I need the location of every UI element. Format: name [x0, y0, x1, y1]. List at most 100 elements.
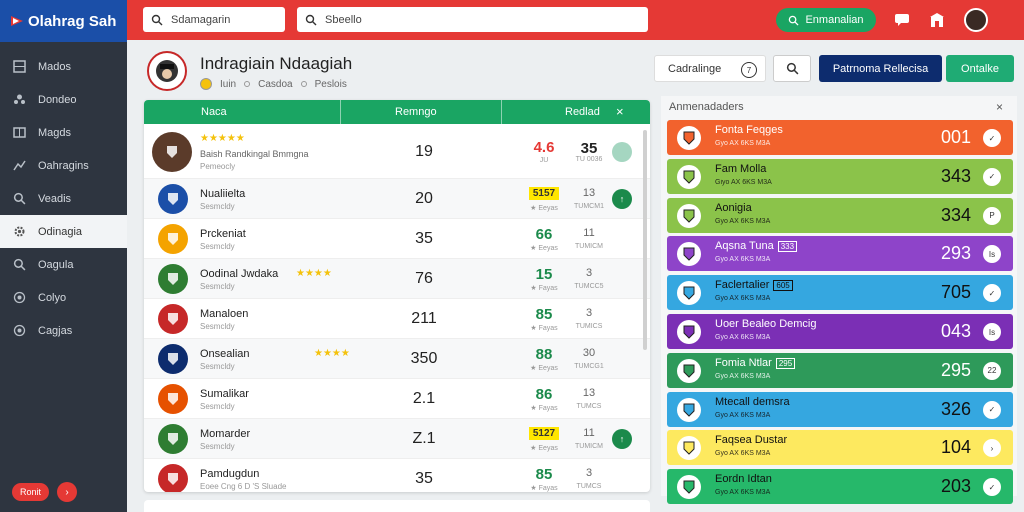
team-card[interactable]: Uoer Bealeo Demcig Gyo AX 6KS M3A 043 Is [667, 314, 1013, 349]
filter-badge: 7 [741, 62, 757, 78]
card-action-button[interactable]: Is [983, 323, 1001, 341]
panel-header: Anmenadaders × [661, 96, 1017, 118]
team-logo [158, 224, 188, 254]
user-avatar[interactable] [964, 8, 988, 32]
sidebar-item-odinagia[interactable]: Odinagia [0, 215, 127, 248]
card-tag: 295 [775, 357, 796, 369]
team-card[interactable]: Faclertalier 605 Gyo AX 6KS M3A 705 ✓ [667, 275, 1013, 311]
row-action-button[interactable] [612, 141, 632, 162]
card-action-button[interactable]: ✓ [983, 129, 1001, 147]
team-logo [677, 358, 701, 383]
stat-subtext: TUMCS [576, 483, 602, 490]
target-icon [12, 291, 26, 305]
team-subtext: Sesmcldy [200, 282, 235, 291]
search-input-secondary[interactable] [325, 13, 648, 26]
store-icon[interactable] [927, 10, 947, 30]
card-action-button[interactable]: ✓ [983, 167, 1001, 186]
panel-title: Anmenadaders [669, 101, 744, 113]
table-row[interactable]: Sumalikar Sesmcldy 2.1 86 ★ Fayas 13 TUMCS [144, 379, 650, 419]
team-logo [158, 184, 188, 214]
team-card[interactable]: Fomia Ntlar 295 Gyo AX 6KS M3A 295 22 [667, 352, 1013, 388]
rank-value: 76 [415, 270, 433, 287]
card-subtext: Gyo AX 6KS M3A [715, 334, 771, 341]
card-subtext: Gyo AX 6KS M3A [715, 140, 771, 147]
team-card[interactable]: Faqsea Dustar Gyo AX 6KS M3A 104 › [667, 430, 1013, 466]
search-box-secondary[interactable] [297, 7, 648, 32]
table-row[interactable]: Nualiielta Sesmcldy 20 5157 ★ Eeyas 13 TUMCM1 ↑ [144, 179, 650, 219]
search-box-primary[interactable] [143, 7, 285, 32]
search-icon [786, 62, 798, 75]
card-action-button[interactable]: Is [983, 245, 1001, 264]
row-action-button[interactable]: ↑ [612, 429, 632, 449]
brand[interactable]: Olahrag Sah [0, 0, 127, 42]
chat-icon[interactable] [892, 10, 912, 30]
column-header[interactable]: Remngo [395, 106, 437, 118]
score-subtext: ★ Fayas [530, 325, 558, 332]
primary-action-button[interactable]: Patrnoma Rellecisa [819, 55, 942, 82]
sidebar-item-dondeo[interactable]: Dondeo [0, 83, 127, 116]
team-logo [158, 264, 188, 294]
column-header[interactable]: Naca [201, 106, 227, 118]
next-button[interactable]: › [57, 482, 78, 502]
table-row[interactable]: Manaloen Sesmcldy 211 85 ★ Fayas 3 TUMICS [144, 299, 650, 339]
team-logo [158, 464, 188, 492]
page-avatar [147, 51, 187, 91]
search-button[interactable] [773, 55, 811, 82]
table-row[interactable]: Onsealian ★★★★ Sesmcldy 350 88 ★ Eeyas 30 TUMCG… [144, 339, 650, 379]
card-action-button[interactable]: ✓ [983, 400, 1001, 419]
sidebar-item-veadis[interactable]: Veadis [0, 182, 127, 215]
card-title-text: Fam Molla [715, 162, 767, 175]
card-title-text: Fonta Feqges [715, 124, 783, 136]
team-card[interactable]: Aonigia Gyo AX 6KS M3A 334 P [667, 197, 1013, 233]
search-icon [12, 258, 26, 272]
target-icon [12, 324, 26, 338]
card-action-button[interactable]: › [983, 439, 1001, 458]
team-name: Sumalikar [200, 388, 249, 400]
close-icon[interactable]: × [996, 100, 1003, 114]
team-card[interactable]: Fonta Feqges Gyo AX 6KS M3A 001 ✓ [667, 120, 1013, 155]
team-card[interactable]: Fam Molla Giyo AX 6KS M3A 343 ✓ [667, 158, 1013, 194]
score-subtext: ★ Fayas [530, 485, 558, 492]
table-row[interactable]: ★★★★★ Baish Randkingal Bmmgna Pemeocly 19 4.… [144, 124, 650, 179]
team-name: Pamdugdun [200, 468, 260, 480]
close-icon[interactable]: × [616, 104, 624, 119]
team-name: Nualiielta [200, 188, 246, 200]
table-row[interactable]: Prckeniat Sesmcldy 35 66 ★ Eeyas 11 TUMICM [144, 219, 650, 259]
team-subtext: Sesmcldy [200, 442, 235, 451]
board-icon [12, 126, 26, 140]
rank-value: 350 [410, 350, 438, 367]
table-row[interactable]: Pamdugdun Eoee Cng 6 D 'S Sluade 35 85 ★ Fay… [144, 459, 650, 492]
stat-value: 35 [580, 139, 598, 157]
rank-value: 20 [415, 190, 433, 207]
team-logo [677, 281, 701, 306]
page-meta: Iuin Casdoa Peslois [200, 78, 347, 90]
team-card[interactable]: Mtecall demsra Gyo AX 6KS M3A 326 ✓ [667, 391, 1013, 427]
team-logo [158, 384, 188, 414]
table-row[interactable]: Oodinal Jwdaka ★★★★ Sesmcldy 76 15 ★ Fayas 3 TU… [144, 259, 650, 299]
card-action-button[interactable]: P [983, 206, 1001, 225]
sidebar-item-mados[interactable]: Mados [0, 50, 127, 83]
card-action-button[interactable]: ✓ [983, 478, 1001, 497]
filter-value: Cadralinge [668, 62, 722, 75]
card-title: Fomia Ntlar 295 [715, 357, 796, 369]
sidebar-item-magds[interactable]: Magds [0, 116, 127, 149]
table-row[interactable]: Momarder Sesmcldy Z.1 5127 ★ Eeyas 11 TUMICM ↑ [144, 419, 650, 459]
secondary-action-button[interactable]: Ontalke [946, 55, 1014, 82]
sidebar-item-colyo[interactable]: Colyo [0, 281, 127, 314]
filter-dropdown[interactable]: Cadralinge 7 [654, 55, 766, 82]
card-action-button[interactable]: ✓ [983, 284, 1001, 303]
search-input-primary[interactable] [171, 13, 285, 26]
ronit-button[interactable]: Ronit [12, 483, 50, 501]
team-card[interactable]: Aqsna Tuna 333 Gyo AX 6KS M3A 293 Is [667, 236, 1013, 272]
row-action-button[interactable]: ↑ [612, 189, 632, 209]
rank-value: Z.1 [412, 430, 436, 447]
team-card[interactable]: Eordn Idtan Gyo AX 6KS M3A 203 ✓ [667, 469, 1013, 505]
sidebar-item-cagjas[interactable]: Cagjas [0, 314, 127, 347]
card-action-button[interactable]: 22 [983, 361, 1001, 380]
sidebar-item-oahragins[interactable]: Oahragins [0, 149, 127, 182]
column-header[interactable]: Redlad [565, 106, 600, 118]
search-icon [305, 14, 317, 26]
cta-button[interactable]: Enmanalian [776, 8, 876, 32]
sidebar-item-oagula[interactable]: Oagula [0, 248, 127, 281]
scrollbar[interactable] [643, 130, 647, 350]
